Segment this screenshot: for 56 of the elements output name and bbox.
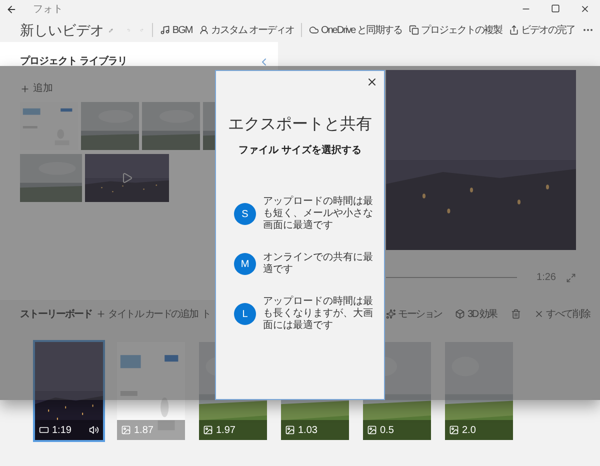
- clip-thumbnail[interactable]: 1.87: [115, 340, 187, 442]
- copy-icon: [408, 25, 419, 35]
- size-description: アップロードの時間は最も長くなりますが、大画面には最適です: [263, 296, 374, 332]
- x-icon: [534, 309, 544, 319]
- size-button[interactable]: S: [234, 203, 256, 225]
- size-button[interactable]: M: [234, 253, 256, 275]
- maximize-icon[interactable]: [551, 4, 560, 13]
- duration-label: 1.87: [134, 424, 154, 438]
- duration-label: 1.97: [216, 424, 236, 438]
- duration-label: 0.5: [380, 424, 394, 438]
- toolbar-button[interactable]: プロジェクトの複製: [408, 22, 502, 38]
- video-icon: [39, 425, 49, 435]
- size-description: オンラインでの共有に最適です: [263, 252, 374, 276]
- size-button[interactable]: L: [234, 303, 256, 325]
- time-label: 1:26: [536, 271, 556, 285]
- size-description: アップロードの時間は最も短く、メールや小さな画面に最適です: [263, 196, 374, 232]
- play-icon[interactable]: [121, 172, 133, 184]
- toolbar-button[interactable]: タイトル カードの追加: [96, 306, 198, 322]
- image-icon: [121, 425, 131, 435]
- image-icon: [449, 425, 459, 435]
- project-title: 新しいビデオ: [20, 20, 104, 40]
- clip-thumbnail[interactable]: 2.0: [443, 340, 515, 442]
- toolbar-button[interactable]: ビデオの完了: [508, 22, 575, 38]
- cube-icon: [455, 309, 466, 319]
- toolbar-button[interactable]: BGM: [160, 22, 192, 38]
- clip-thumbnail[interactable]: 1:19: [33, 340, 105, 442]
- trash-icon[interactable]: [510, 309, 521, 319]
- plus-icon: [20, 84, 30, 94]
- fullscreen-icon[interactable]: [566, 272, 576, 282]
- sparkle-icon: [386, 309, 396, 319]
- person-icon: [199, 25, 210, 35]
- storyboard-title: ストーリーボード: [20, 308, 92, 322]
- toolbar-button[interactable]: カスタム オーディオ: [199, 22, 294, 38]
- toolbar-button[interactable]: OneDrive と同期する: [308, 22, 402, 38]
- app-title: フォト: [33, 2, 63, 16]
- image-icon: [367, 425, 377, 435]
- image-icon: [203, 425, 213, 435]
- duration-label: 1:19: [52, 424, 72, 438]
- close-icon[interactable]: [366, 76, 378, 88]
- share-icon: [508, 25, 519, 35]
- duration-label: 2.0: [462, 424, 476, 438]
- close-icon[interactable]: [580, 4, 590, 14]
- add-button[interactable]: 追加: [20, 81, 53, 96]
- duration-label: 1.03: [298, 424, 318, 438]
- dialog-title: エクスポートと共有: [228, 114, 372, 135]
- toolbar-button[interactable]: ト: [202, 306, 210, 322]
- toolbar-button[interactable]: モーション: [386, 306, 442, 322]
- back-icon[interactable]: [6, 4, 17, 14]
- image-icon: [285, 425, 295, 435]
- toolbar-button[interactable]: すべて削除: [534, 306, 590, 322]
- library-title: プロジェクト ライブラリ: [20, 54, 127, 69]
- plus-icon: [96, 309, 106, 319]
- cloud-icon: [308, 25, 319, 35]
- dialog-subtitle: ファイル サイズを選択する: [238, 144, 362, 158]
- music-note-icon: [160, 25, 170, 35]
- toolbar-button[interactable]: 3D 効果: [455, 306, 498, 322]
